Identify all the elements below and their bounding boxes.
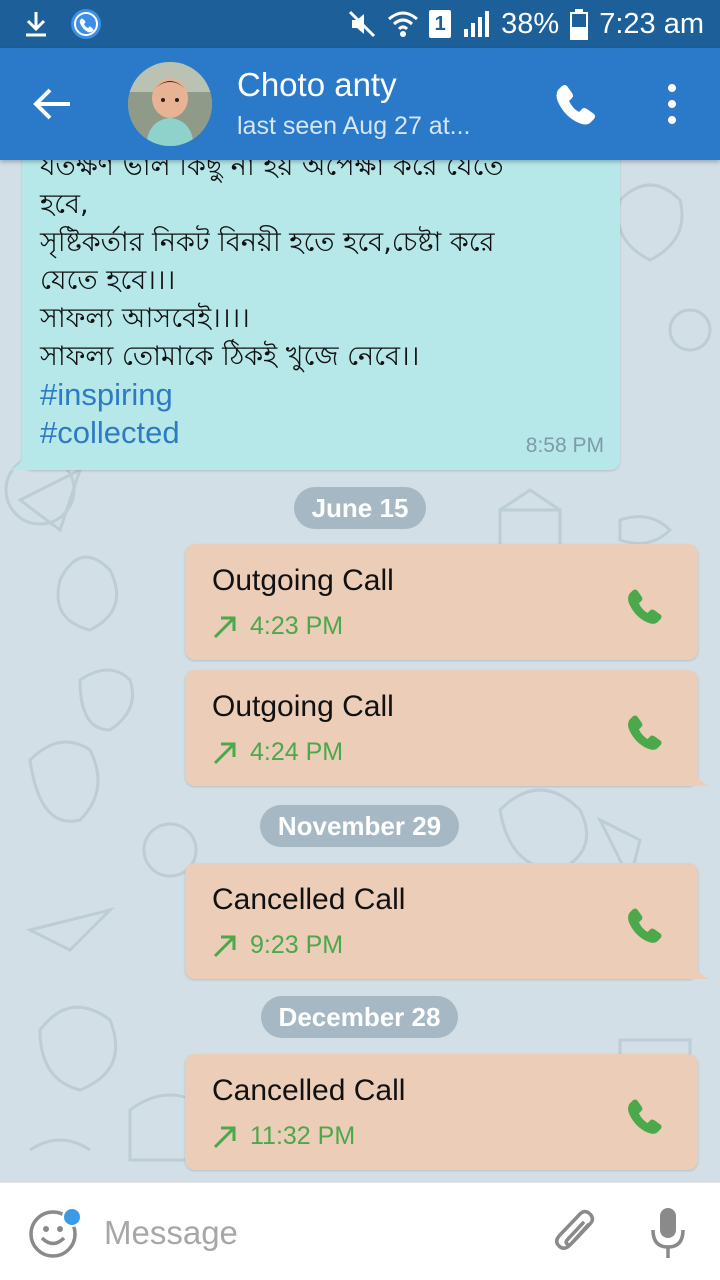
chat-title[interactable]: Choto anty [237,66,397,104]
back-arrow-icon[interactable] [30,84,74,124]
call-time: 4:24 PM [250,738,344,766]
call-meta: 9:23 PM [212,931,343,960]
phone-icon[interactable] [625,586,665,626]
status-time: 7:23 am [599,7,704,40]
call-time: 4:23 PM [250,612,344,640]
call-title: Outgoing Call [212,690,394,723]
date-separator: November 29 [260,805,459,847]
status-bar: 1 38% 7:23 am [0,0,720,48]
last-seen-status: last seen Aug 27 at... [237,112,471,140]
signal-icon [464,11,490,37]
call-meta: 4:23 PM [212,612,343,641]
bubble-tail [685,766,709,786]
status-left-icons [22,8,102,40]
viber-icon [71,9,101,39]
phone-icon[interactable] [625,1096,665,1136]
phone-icon[interactable] [625,905,665,945]
message-input[interactable] [104,1209,524,1257]
sim-icon: 1 [429,10,452,38]
status-right-icons: 1 38% 7:23 am [347,6,704,42]
chat-header: Choto anty last seen Aug 27 at... [0,48,720,160]
outgoing-arrow-icon [213,935,236,957]
message-line: সৃষ্টিকর্তার নিকট বিনয়ী হতে হবে,চেষ্টা … [40,227,495,258]
message-time: 8:58 PM [525,434,604,457]
date-separator: December 28 [261,996,458,1038]
wifi-icon [388,11,419,37]
call-time: 11:32 PM [250,1122,356,1150]
call-meta: 4:24 PM [212,738,343,767]
call-meta: 11:32 PM [212,1122,355,1151]
message-composer [0,1182,720,1280]
download-icon [26,12,46,37]
mic-icon[interactable] [648,1205,688,1261]
message-line: যেতে হবে।।। [40,265,176,296]
call-message[interactable]: Outgoing Call 4:24 PM [185,670,709,786]
phone-icon[interactable] [553,81,599,127]
message-line: সাফল্য আসবেই।।।। [40,303,250,334]
outgoing-arrow-icon [213,742,236,764]
incoming-message-bubble[interactable]: যতক্ষণ ভাল কিছু না হয় অপেক্ষা করে যেতে … [22,160,620,470]
bubble-tail [10,450,34,470]
call-title: Cancelled Call [212,883,406,916]
call-message[interactable]: Cancelled Call 9:23 PM [185,863,709,979]
call-title: Outgoing Call [212,564,394,597]
message-line: যতক্ষণ ভাল কিছু না হয় অপেক্ষা করে যেতে [40,160,504,182]
notification-dot [62,1207,82,1227]
call-title: Cancelled Call [212,1074,406,1107]
battery-icon [570,9,589,40]
hashtag-link[interactable]: #inspiring [40,376,610,414]
mute-icon [349,10,376,38]
message-line: হবে, [40,189,89,220]
outgoing-arrow-icon [213,1126,236,1148]
phone-icon[interactable] [625,712,665,752]
more-vert-icon[interactable] [660,82,684,126]
attach-icon[interactable] [550,1205,600,1259]
date-separator: June 15 [294,487,426,529]
message-text: যতক্ষণ ভাল কিছু না হয় অপেক্ষা করে যেতে … [40,160,610,452]
avatar-photo [128,62,212,146]
battery-percent: 38% [501,7,560,40]
call-message[interactable]: Cancelled Call 11:32 PM [185,1054,698,1170]
bubble-tail [685,959,709,979]
outgoing-arrow-icon [213,616,236,638]
call-message[interactable]: Outgoing Call 4:23 PM [185,544,698,660]
message-list[interactable]: যতক্ষণ ভাল কিছু না হয় অপেক্ষা করে যেতে … [0,160,720,1182]
message-line: সাফল্য তোমাকে ঠিকই খুজে নেবে।। [40,341,420,372]
hashtag-link[interactable]: #collected [40,414,610,452]
avatar[interactable] [128,62,212,146]
call-time: 9:23 PM [250,931,344,959]
